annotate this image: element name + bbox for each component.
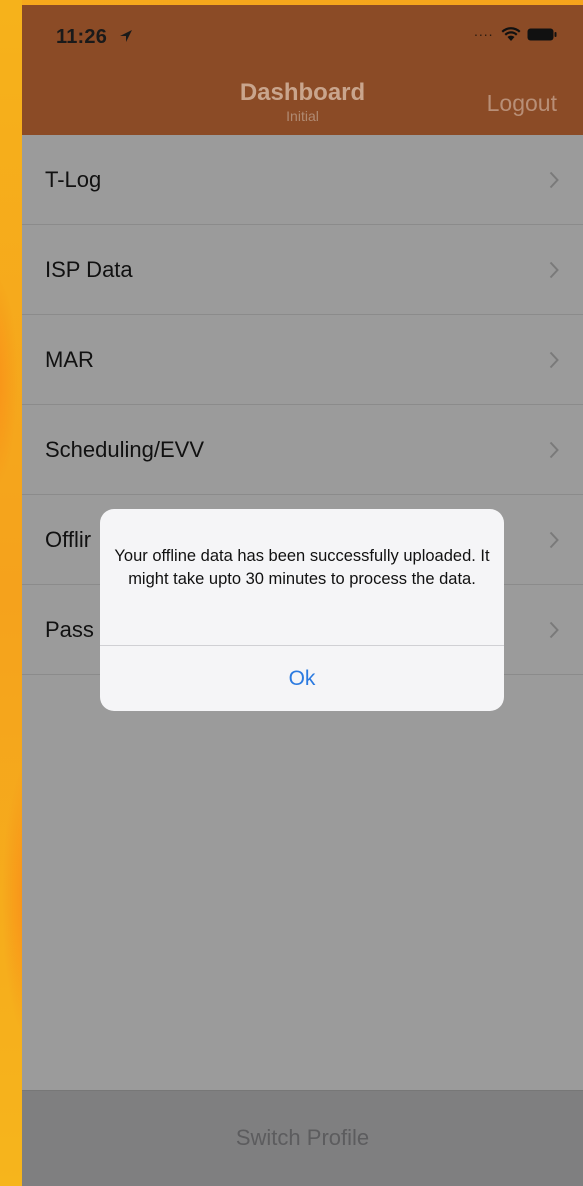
ok-button[interactable]: Ok — [100, 646, 504, 711]
menu-item-label: MAR — [45, 347, 94, 372]
switch-profile-button[interactable]: Switch Profile — [22, 1125, 583, 1151]
chevron-right-icon — [549, 171, 559, 189]
menu-item-t-log[interactable]: T-Log — [22, 135, 583, 225]
background-decoration — [0, 0, 22, 1186]
chevron-right-icon — [549, 531, 559, 549]
menu-item-label: T-Log — [45, 167, 102, 192]
logout-button[interactable]: Logout — [487, 90, 557, 117]
bottom-bar: Switch Profile — [22, 1090, 583, 1186]
menu-item-label: Pass — [45, 617, 94, 642]
chevron-right-icon — [549, 351, 559, 369]
chevron-right-icon — [549, 441, 559, 459]
navigation-bar: 11:26 .... Dashboard Initial Logout — [22, 5, 583, 135]
signal-dots: .... — [474, 23, 494, 39]
chevron-right-icon — [549, 261, 559, 279]
wifi-icon — [501, 27, 521, 41]
menu-item-label: ISP Data — [45, 257, 133, 282]
menu-item-isp-data[interactable]: ISP Data — [22, 225, 583, 315]
alert-message: Your offline data has been successfully … — [114, 547, 490, 588]
menu-item-label: Scheduling/EVV — [45, 437, 204, 462]
chevron-right-icon — [549, 621, 559, 639]
phone-screen: 11:26 .... Dashboard Initial Logout T-Lo… — [22, 5, 583, 1186]
status-time: 11:26 — [56, 26, 108, 48]
menu-item-mar[interactable]: MAR — [22, 315, 583, 405]
menu-item-scheduling-evv[interactable]: Scheduling/EVV — [22, 405, 583, 495]
upload-success-alert: Your offline data has been successfully … — [100, 509, 504, 711]
battery-icon — [527, 28, 557, 41]
menu-item-label: Offlir — [45, 527, 92, 552]
location-arrow-icon — [120, 30, 132, 42]
